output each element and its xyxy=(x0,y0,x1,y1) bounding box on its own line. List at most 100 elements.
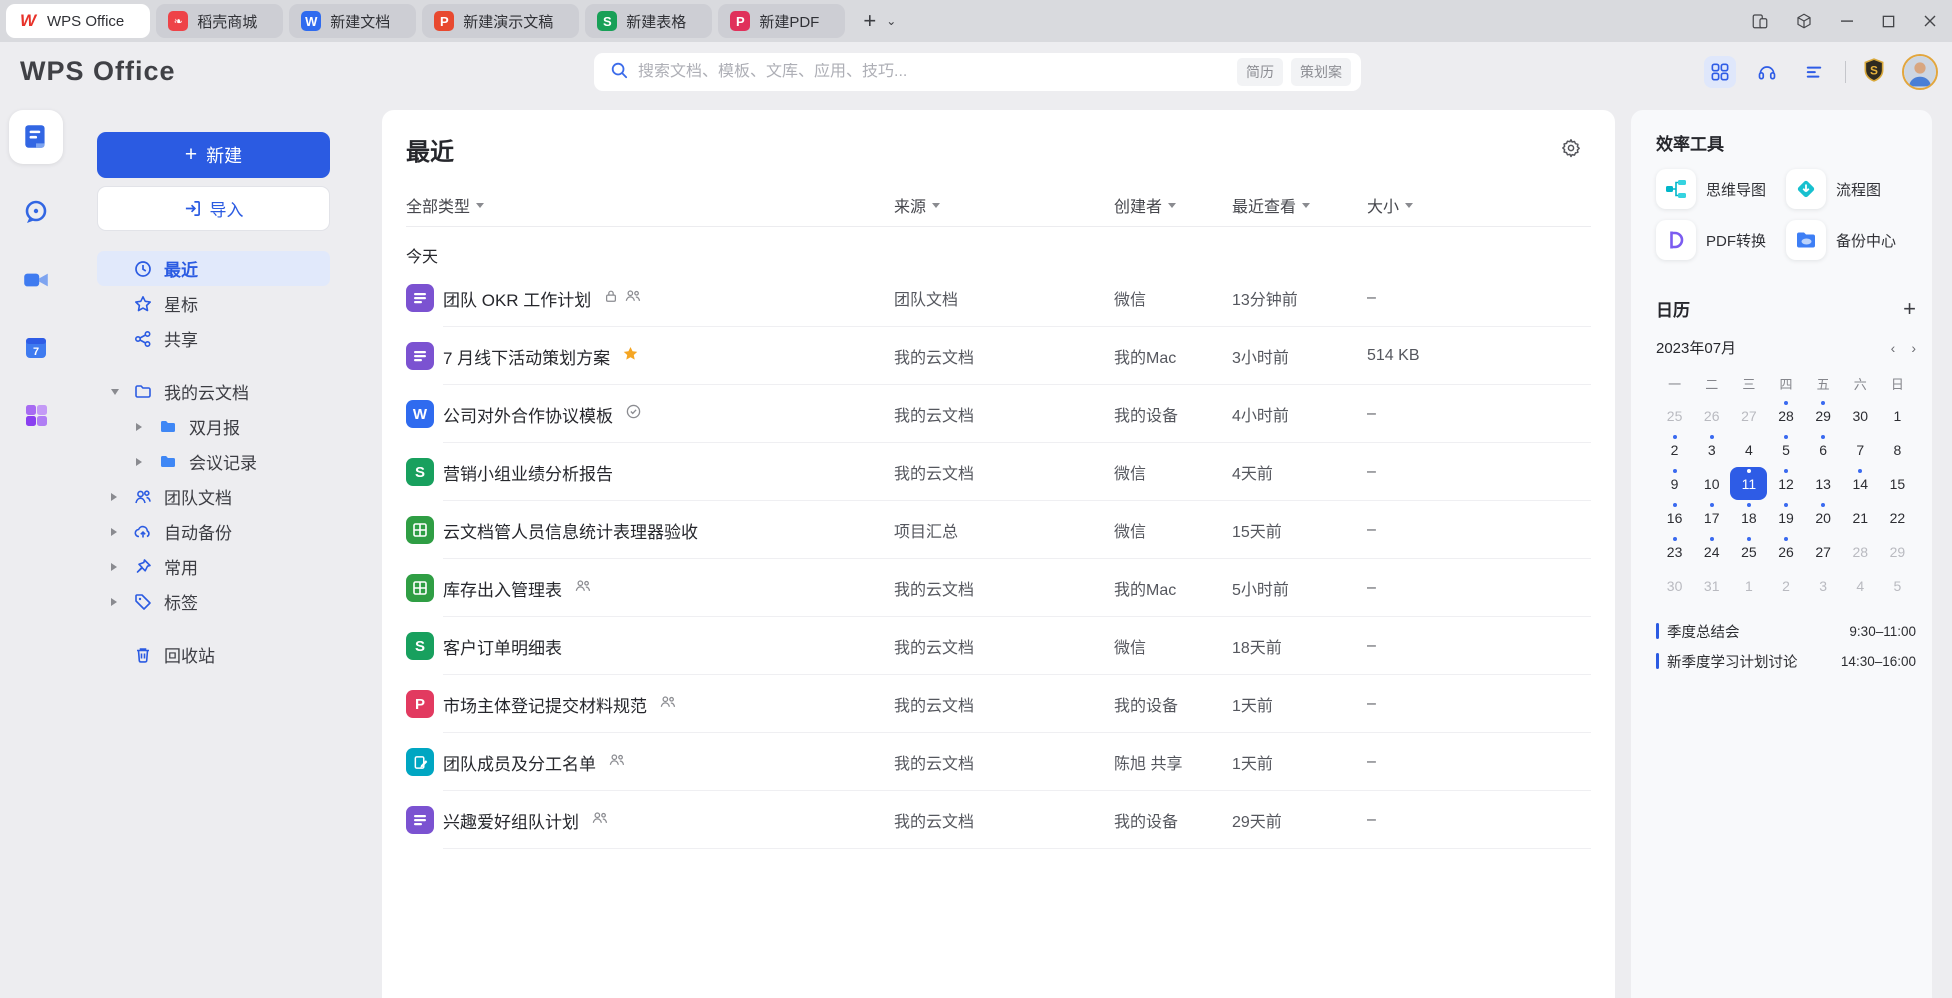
rail-documents-icon[interactable] xyxy=(9,110,63,164)
add-event-button[interactable]: + xyxy=(1903,298,1916,320)
main-menu-icon[interactable] xyxy=(1798,56,1830,88)
sidebar-item-recent[interactable]: 最近 xyxy=(97,251,330,286)
caret-collapsed-icon[interactable] xyxy=(136,458,142,466)
minimize-button[interactable] xyxy=(1839,13,1855,29)
caret-collapsed-icon[interactable] xyxy=(111,563,117,571)
file-row[interactable]: P 市场主体登记提交材料规范 我的云文档 我的设备 1天前 – xyxy=(406,675,1591,733)
maximize-button[interactable] xyxy=(1881,14,1896,29)
calendar-day[interactable]: 16 xyxy=(1656,501,1693,534)
calendar-day[interactable]: 23 xyxy=(1656,535,1693,568)
calendar-day[interactable]: 2 xyxy=(1656,433,1693,466)
sidebar-item-shared[interactable]: 共享 xyxy=(97,321,330,356)
calendar-day[interactable]: 4 xyxy=(1730,433,1767,466)
calendar-day[interactable]: 17 xyxy=(1693,501,1730,534)
calendar-next-button[interactable]: › xyxy=(1911,340,1916,356)
tool-backup-center[interactable]: 备份中心 xyxy=(1786,220,1916,260)
file-row[interactable]: 团队成员及分工名单 我的云文档 陈旭 共享 1天前 – xyxy=(406,733,1591,791)
rail-chat-icon[interactable] xyxy=(22,198,50,231)
calendar-day[interactable]: 14 xyxy=(1842,467,1879,500)
calendar-day[interactable]: 7 xyxy=(1842,433,1879,466)
calendar-day[interactable]: 30 xyxy=(1842,399,1879,432)
import-button[interactable]: 导入 xyxy=(97,186,330,231)
calendar-day[interactable]: 6 xyxy=(1805,433,1842,466)
calendar-day[interactable]: 20 xyxy=(1805,501,1842,534)
calendar-day[interactable]: 26 xyxy=(1767,535,1804,568)
calendar-day[interactable]: 12 xyxy=(1767,467,1804,500)
calendar-day[interactable]: 25 xyxy=(1656,399,1693,432)
calendar-day[interactable]: 3 xyxy=(1805,569,1842,602)
tab-new-pdf[interactable]: 新建PDF xyxy=(718,4,845,38)
calendar-day[interactable]: 9 xyxy=(1656,467,1693,500)
calendar-day[interactable]: 27 xyxy=(1805,535,1842,568)
filter-size[interactable]: 大小 xyxy=(1367,193,1591,217)
caret-collapsed-icon[interactable] xyxy=(111,528,117,536)
calendar-day[interactable]: 22 xyxy=(1879,501,1916,534)
caret-expanded-icon[interactable] xyxy=(111,389,119,395)
sidebar-item-my-cloud-docs[interactable]: 我的云文档 xyxy=(97,374,330,409)
calendar-prev-button[interactable]: ‹ xyxy=(1891,340,1896,356)
search-tag-resume[interactable]: 简历 xyxy=(1237,58,1283,86)
tool-pdf-convert[interactable]: PDF转换 xyxy=(1656,220,1786,260)
calendar-day[interactable]: 8 xyxy=(1879,433,1916,466)
calendar-day[interactable]: 31 xyxy=(1693,569,1730,602)
sidebar-item-bimonthly-report[interactable]: 双月报 xyxy=(97,409,330,444)
sidebar-item-meeting-notes[interactable]: 会议记录 xyxy=(97,444,330,479)
sidebar-item-team-docs[interactable]: 团队文档 xyxy=(97,479,330,514)
calendar-day[interactable]: 28 xyxy=(1767,399,1804,432)
calendar-day[interactable]: 15 xyxy=(1879,467,1916,500)
search-bar[interactable]: 简历 策划案 xyxy=(594,53,1361,91)
calendar-day[interactable]: 21 xyxy=(1842,501,1879,534)
filter-type[interactable]: 全部类型 xyxy=(406,193,894,217)
sidebar-item-recycle-bin[interactable]: 回收站 xyxy=(97,637,330,672)
tab-new-document[interactable]: 新建文档 xyxy=(289,4,416,38)
file-row[interactable]: S 客户订单明细表 我的云文档 微信 18天前 – xyxy=(406,617,1591,675)
event-item[interactable]: 新季度学习计划讨论 14:30–16:00 xyxy=(1656,646,1916,676)
file-row[interactable]: 云文档管人员信息统计表理器验收 项目汇总 微信 15天前 – xyxy=(406,501,1591,559)
rail-calendar-icon[interactable]: 7 xyxy=(22,334,50,367)
tab-new-presentation[interactable]: 新建演示文稿 xyxy=(422,4,579,38)
sidebar-item-starred[interactable]: 星标 xyxy=(97,286,330,321)
filter-last-viewed[interactable]: 最近查看 xyxy=(1232,193,1367,217)
calendar-day[interactable]: 29 xyxy=(1879,535,1916,568)
calendar-day[interactable]: 26 xyxy=(1693,399,1730,432)
tab-list-chevron-icon[interactable]: ⌄ xyxy=(886,14,896,28)
rail-apps-icon[interactable] xyxy=(22,401,50,434)
file-row[interactable]: 团队 OKR 工作计划 团队文档 微信 13分钟前 – xyxy=(406,269,1591,327)
tab-new-spreadsheet[interactable]: 新建表格 xyxy=(585,4,712,38)
user-avatar[interactable] xyxy=(1902,54,1938,90)
calendar-day[interactable]: 25 xyxy=(1730,535,1767,568)
search-tag-proposal[interactable]: 策划案 xyxy=(1291,58,1351,86)
calendar-day[interactable]: 19 xyxy=(1767,501,1804,534)
calendar-day[interactable]: 29 xyxy=(1805,399,1842,432)
workspace-cube-icon[interactable] xyxy=(1795,12,1813,30)
calendar-day[interactable]: 27 xyxy=(1730,399,1767,432)
calendar-day[interactable]: 24 xyxy=(1693,535,1730,568)
calendar-day[interactable]: 2 xyxy=(1767,569,1804,602)
tab-wps-office[interactable]: WPS Office xyxy=(6,4,150,38)
sidebar-item-tags[interactable]: 标签 xyxy=(97,584,330,619)
file-row[interactable]: W 公司对外合作协议模板 我的云文档 我的设备 4小时前 – xyxy=(406,385,1591,443)
calendar-day[interactable]: 13 xyxy=(1805,467,1842,500)
member-badge-icon[interactable]: S xyxy=(1861,57,1887,88)
calendar-day[interactable]: 1 xyxy=(1730,569,1767,602)
calendar-day[interactable]: 30 xyxy=(1656,569,1693,602)
caret-collapsed-icon[interactable] xyxy=(111,493,117,501)
rail-meeting-icon[interactable] xyxy=(21,265,51,300)
caret-collapsed-icon[interactable] xyxy=(136,423,142,431)
tool-mind-map[interactable]: 思维导图 xyxy=(1656,169,1786,209)
filter-creator[interactable]: 创建者 xyxy=(1114,193,1232,217)
settings-gear-icon[interactable] xyxy=(1561,138,1581,163)
file-row[interactable]: S 营销小组业绩分析报告 我的云文档 微信 4天前 – xyxy=(406,443,1591,501)
calendar-day[interactable]: 10 xyxy=(1693,467,1730,500)
calendar-day[interactable]: 3 xyxy=(1693,433,1730,466)
tool-flowchart[interactable]: 流程图 xyxy=(1786,169,1916,209)
caret-collapsed-icon[interactable] xyxy=(111,598,117,606)
file-row[interactable]: 兴趣爱好组队计划 我的云文档 我的设备 29天前 – xyxy=(406,791,1591,849)
search-input[interactable] xyxy=(638,63,1229,81)
file-row[interactable]: 7 月线下活动策划方案 我的云文档 我的Mac 3小时前 514 KB xyxy=(406,327,1591,385)
calendar-day[interactable]: 28 xyxy=(1842,535,1879,568)
calendar-day[interactable]: 4 xyxy=(1842,569,1879,602)
device-sync-icon[interactable] xyxy=(1751,12,1769,30)
sidebar-item-frequent[interactable]: 常用 xyxy=(97,549,330,584)
new-tab-button[interactable]: + xyxy=(863,10,876,32)
